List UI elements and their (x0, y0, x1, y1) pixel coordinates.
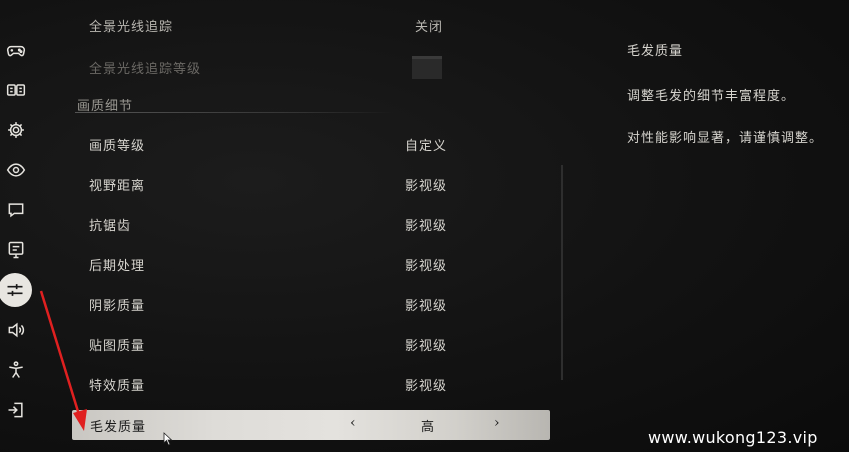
tab-display[interactable] (0, 154, 32, 186)
keyboard-icon (6, 84, 26, 96)
setting-row[interactable]: 抗锯齿 影视级 (75, 205, 475, 243)
scrollbar[interactable] (561, 165, 563, 380)
gamepad-icon (6, 45, 26, 57)
setting-label: 特效质量 (89, 379, 146, 394)
tab-general[interactable] (0, 114, 32, 146)
tab-exit[interactable] (0, 394, 32, 426)
mouse-cursor-icon (163, 432, 173, 446)
setting-row[interactable]: 贴图质量 影视级 (75, 325, 475, 363)
setting-row[interactable]: 全景光线追踪 关闭 (75, 8, 475, 46)
setting-row[interactable]: 后期处理 影视级 (75, 245, 475, 283)
setting-label: 全景光线追踪 (89, 20, 174, 35)
monitor-icon (8, 241, 24, 259)
gear-icon (8, 122, 24, 138)
setting-value: 影视级 (404, 339, 447, 354)
setting-label: 后期处理 (89, 259, 146, 274)
sliders-icon (7, 284, 23, 296)
setting-row[interactable]: 画质等级 自定义 (75, 125, 475, 163)
setting-label: 毛发质量 (90, 420, 147, 435)
setting-value: 高 (421, 420, 435, 435)
checkbox[interactable] (412, 56, 442, 79)
next-option-button[interactable]: › (494, 415, 500, 431)
chat-icon (8, 203, 24, 218)
tab-controller[interactable] (0, 34, 32, 66)
setting-value: 自定义 (404, 139, 447, 154)
speaker-icon (8, 322, 25, 338)
setting-label: 抗锯齿 (89, 219, 132, 234)
tab-graphics[interactable] (0, 273, 32, 307)
tab-audio[interactable] (0, 314, 32, 346)
setting-value: 影视级 (404, 179, 447, 194)
tab-accessibility[interactable] (0, 354, 32, 386)
watermark: www.wukong123.vip (648, 428, 818, 447)
setting-label: 贴图质量 (89, 339, 146, 354)
setting-value: 影视级 (404, 219, 447, 234)
setting-label: 全景光线追踪等级 (89, 62, 202, 77)
tab-keyboard[interactable] (0, 74, 32, 106)
section-divider (75, 112, 395, 113)
exit-icon (8, 402, 23, 418)
tab-screen[interactable] (0, 234, 32, 266)
setting-label: 阴影质量 (89, 299, 146, 314)
setting-row[interactable]: 特效质量 影视级 (75, 365, 475, 403)
setting-value: 关闭 (414, 20, 443, 35)
setting-label: 视野距离 (89, 179, 146, 194)
eye-icon (6, 163, 26, 177)
setting-row[interactable]: 阴影质量 影视级 (75, 285, 475, 323)
setting-row[interactable]: 视野距离 影视级 (75, 165, 475, 203)
description-title: 毛发质量 (627, 44, 684, 59)
setting-value: 影视级 (404, 299, 447, 314)
setting-value: 影视级 (404, 259, 447, 274)
setting-value: 影视级 (404, 379, 447, 394)
accessibility-icon (9, 361, 23, 378)
tab-language[interactable] (0, 194, 32, 226)
setting-row-selected[interactable]: 毛发质量 ‹ 高 › (72, 410, 550, 440)
description-text: 对性能影响显著，请谨慎调整。 (627, 131, 824, 146)
prev-option-button[interactable]: ‹ (350, 415, 356, 431)
sidebar (0, 30, 34, 430)
setting-label: 画质等级 (89, 139, 146, 154)
settings-panel: 全景光线追踪 关闭 全景光线追踪等级 画质细节 画质等级 自定义 视野距离 影视… (75, 0, 555, 452)
description-text: 调整毛发的细节丰富程度。 (627, 89, 796, 104)
